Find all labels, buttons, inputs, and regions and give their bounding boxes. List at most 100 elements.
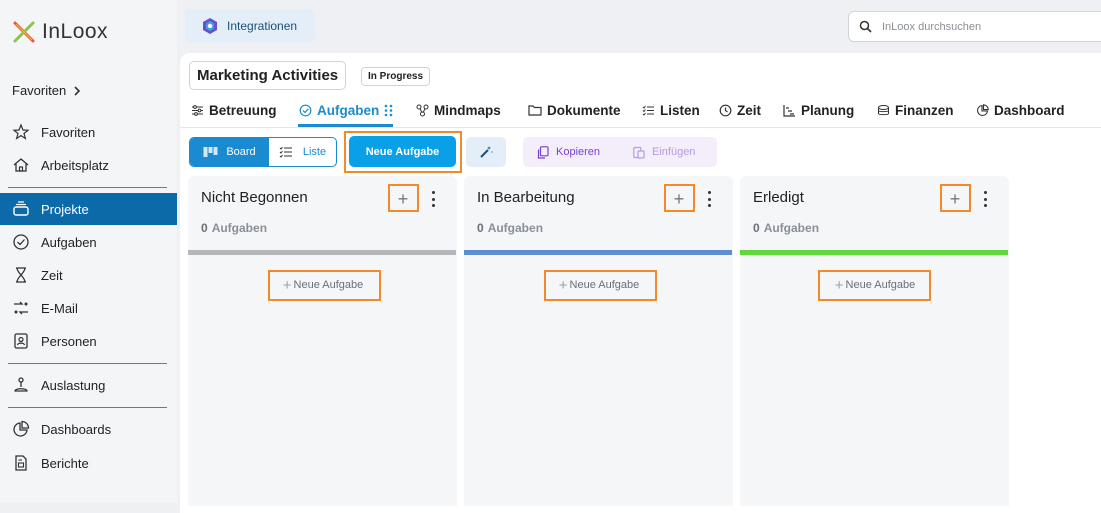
- column-more-button[interactable]: [428, 190, 438, 208]
- projects-icon: [13, 201, 29, 216]
- count-label: Aufgaben: [487, 221, 544, 235]
- count-label: Aufgaben: [763, 221, 820, 235]
- sidebar-item-personen[interactable]: Personen: [0, 325, 177, 357]
- pie-chart-icon: [976, 103, 989, 116]
- tab-mindmaps[interactable]: Mindmaps: [416, 100, 501, 120]
- clock-icon: [719, 104, 732, 116]
- active-tab-indicator: [298, 124, 393, 127]
- column-title: Erledigt: [753, 189, 804, 206]
- highlight-box: [268, 270, 381, 301]
- paste-button[interactable]: Einfügen: [621, 137, 717, 167]
- list-view-label: Liste: [302, 146, 327, 158]
- highlight-box: [818, 270, 931, 301]
- column-title: In Bearbeitung: [477, 189, 575, 206]
- sidebar-item-label: Arbeitsplatz: [41, 157, 109, 173]
- count-value: 0: [477, 221, 484, 235]
- sidebar-item-favoriten[interactable]: Favoriten: [0, 116, 177, 148]
- column-status-bar: [188, 250, 456, 255]
- checklist-icon: [642, 105, 654, 116]
- star-icon: [12, 123, 30, 140]
- sidebar-item-dashboards[interactable]: Dashboards: [0, 413, 177, 445]
- tab-betreuung[interactable]: Betreuung: [191, 100, 277, 120]
- tab-label: Betreuung: [209, 102, 277, 118]
- tab-label: Dokumente: [547, 102, 621, 118]
- contact-card-icon: [14, 333, 28, 349]
- column-status-bar: [740, 250, 1008, 255]
- sidebar-item-label: Auslastung: [41, 377, 106, 393]
- sidebar-item-berichte[interactable]: Berichte: [0, 447, 177, 479]
- checklist-icon: [279, 146, 292, 158]
- kanban-column-in-bearbeitung: In Bearbeitung + 0 Aufgaben + Neue Aufgabe: [464, 176, 733, 506]
- count-value: 0: [753, 221, 760, 235]
- hourglass-icon: [16, 267, 26, 283]
- project-title[interactable]: Marketing Activities: [189, 61, 347, 90]
- favorites-header-label: Favoriten: [12, 83, 67, 98]
- column-more-button[interactable]: [704, 190, 714, 208]
- report-icon: [15, 455, 27, 471]
- highlight-box: [388, 184, 419, 212]
- paste-label: Einfügen: [652, 146, 696, 158]
- tab-label: Zeit: [737, 102, 762, 118]
- column-status-bar: [464, 250, 732, 255]
- sidebar-divider: [8, 187, 167, 188]
- sidebar-item-label: Zeit: [41, 267, 63, 283]
- tab-label: Dashboard: [994, 102, 1065, 118]
- sidebar-item-label: Dashboards: [41, 421, 112, 437]
- sidebar-item-email[interactable]: E-Mail: [0, 292, 177, 324]
- drag-grid-icon[interactable]: [384, 104, 393, 117]
- kanban-column-erledigt: Erledigt + 0 Aufgaben + Neue Aufgabe: [740, 176, 1009, 506]
- column-task-count: 0 Aufgaben: [201, 221, 267, 235]
- sidebar-item-auslastung[interactable]: Auslastung: [0, 369, 177, 401]
- tab-label: Mindmaps: [434, 102, 501, 118]
- sidebar-item-aufgaben[interactable]: Aufgaben: [0, 226, 177, 258]
- chevron-right-icon: [74, 85, 81, 96]
- status-badge[interactable]: In Progress: [361, 67, 431, 86]
- column-task-count: 0 Aufgaben: [477, 221, 543, 235]
- board-icon: [203, 147, 218, 157]
- new-task-button[interactable]: Neue Aufgabe: [349, 136, 456, 167]
- copy-icon: [537, 145, 549, 159]
- app-logo[interactable]: InLoox: [12, 20, 108, 44]
- board-view-button[interactable]: Board: [190, 138, 269, 166]
- workload-icon: [14, 377, 28, 392]
- board-view-label: Board: [226, 146, 256, 158]
- tab-dashboard[interactable]: Dashboard: [976, 100, 1065, 120]
- tab-aufgaben[interactable]: Aufgaben: [299, 100, 393, 120]
- sidebar-item-label: Aufgaben: [41, 234, 97, 250]
- favorites-header[interactable]: Favoriten: [12, 83, 82, 98]
- folder-icon: [528, 105, 542, 116]
- tab-zeit[interactable]: Zeit: [719, 100, 761, 120]
- inloox-logo-icon: [13, 21, 35, 43]
- search-placeholder: InLoox durchsuchen: [882, 20, 982, 33]
- integrations-button[interactable]: Integrationen: [185, 9, 315, 43]
- sidebar-divider: [8, 407, 167, 408]
- sidebar-item-arbeitsplatz[interactable]: Arbeitsplatz: [0, 149, 177, 181]
- sidebar-item-label: Favoriten: [41, 124, 96, 140]
- tab-listen[interactable]: Listen: [642, 100, 700, 120]
- column-more-button[interactable]: [980, 190, 990, 208]
- magic-wand-icon: [480, 146, 493, 158]
- copy-label: Kopieren: [556, 146, 601, 158]
- integrations-label: Integrationen: [227, 19, 298, 33]
- magic-wand-button[interactable]: [466, 137, 506, 167]
- copy-button[interactable]: Kopieren: [523, 137, 621, 167]
- list-view-button[interactable]: Liste: [269, 138, 336, 166]
- tab-finanzen[interactable]: Finanzen: [877, 100, 954, 120]
- home-icon: [13, 158, 29, 172]
- sidebar-item-projekte[interactable]: Projekte: [0, 193, 177, 225]
- tab-label: Finanzen: [895, 102, 954, 118]
- kanban-column-nicht-begonnen: Nicht Begonnen + 0 Aufgaben + Neue Aufgabe: [188, 176, 457, 506]
- sidebar-item-zeit[interactable]: Zeit: [0, 259, 177, 291]
- search-input[interactable]: InLoox durchsuchen: [848, 11, 1101, 42]
- tab-label: Aufgaben: [317, 102, 380, 118]
- tab-label: Planung: [801, 102, 855, 118]
- app-logo-text: InLoox: [42, 20, 109, 43]
- count-value: 0: [201, 221, 208, 235]
- sliders-icon: [192, 104, 203, 116]
- count-label: Aufgaben: [211, 221, 268, 235]
- tabs-divider: [180, 127, 1101, 128]
- highlight-box: [940, 184, 971, 212]
- column-title: Nicht Begonnen: [201, 189, 308, 206]
- tab-dokumente[interactable]: Dokumente: [528, 100, 621, 120]
- tab-planung[interactable]: Planung: [783, 100, 854, 120]
